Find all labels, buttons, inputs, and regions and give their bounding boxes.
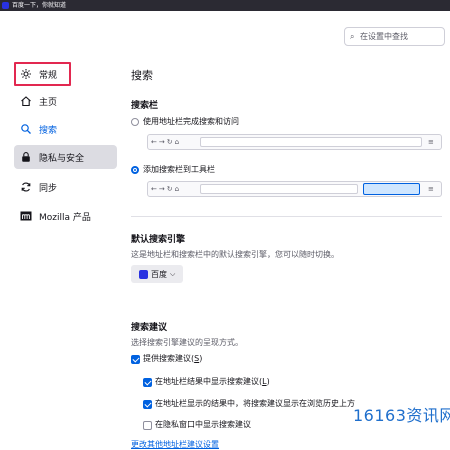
sidebar-item-label: 隐私与安全: [39, 153, 85, 164]
settings-search-box[interactable]: ⌕: [344, 27, 445, 46]
sidebar-item-sync[interactable]: 同步: [14, 175, 117, 199]
home-icon: [20, 95, 32, 107]
nav-buttons-icon: ←→↻⌂: [151, 138, 182, 146]
highlight-box: [14, 62, 71, 86]
private-suggestions-checkbox[interactable]: [143, 421, 152, 430]
chevron-down-icon: ⌵: [170, 269, 176, 278]
menu-icon: ≡: [428, 185, 434, 193]
private-suggestions-label[interactable]: 在隐私窗口中显示搜索建议: [155, 419, 251, 430]
sidebar-item-privacy[interactable]: 隐私与安全: [14, 145, 117, 169]
search-field-preview: [363, 183, 420, 195]
radio-add-toolbar-search-label[interactable]: 添加搜索栏到工具栏: [143, 164, 215, 175]
tab-title[interactable]: 百度一下，你就知道: [12, 1, 66, 10]
menu-icon: ≡: [428, 138, 434, 146]
baidu-engine-icon: [139, 269, 148, 279]
radio-add-toolbar-search[interactable]: [131, 166, 139, 174]
url-field-preview: [200, 137, 422, 147]
watermark: 16163资讯网: [353, 406, 450, 425]
default-engine-dropdown[interactable]: 百度 ⌵: [131, 265, 183, 283]
search-icon: [20, 123, 32, 135]
sync-icon: [20, 181, 32, 193]
provide-suggestions-checkbox[interactable]: [131, 355, 140, 364]
label-tail: ): [266, 377, 270, 386]
default-engine-heading: 默认搜索引擎: [131, 235, 186, 245]
search-icon: ⌕: [350, 32, 355, 41]
sidebar-item-label: 搜索: [39, 125, 58, 136]
sidebar-item-home[interactable]: 主页: [14, 89, 117, 113]
nav-buttons-icon: ←→↻⌂: [151, 185, 182, 193]
default-engine-description: 这是地址栏和搜索栏中的默认搜索引擎，您可以随时切换。: [131, 250, 339, 259]
label-text: 提供搜索建议(: [143, 354, 195, 363]
sidebar-item-label: 主页: [39, 97, 58, 108]
suggestions-before-history-checkbox[interactable]: [143, 400, 152, 409]
more-suggestion-settings-link[interactable]: 更改其他地址栏建议设置: [131, 439, 219, 450]
toolbar-search-preview: ←→↻⌂ ≡: [147, 181, 442, 197]
urlbar-suggestions-label[interactable]: 在地址栏结果中显示搜索建议(L): [155, 376, 270, 387]
suggestions-description: 选择搜索引擎建议的呈现方式。: [131, 338, 243, 347]
suggestions-heading: 搜索建议: [131, 323, 168, 333]
suggestions-before-history-label[interactable]: 在地址栏显示的结果中，将搜索建议显示在浏览历史上方: [155, 398, 355, 409]
label-tail: ): [199, 354, 203, 363]
settings-search-input[interactable]: [360, 29, 442, 44]
lock-icon: [20, 151, 32, 163]
sidebar-item-label: 同步: [39, 183, 58, 194]
sidebar-item-label: Mozilla 产品: [39, 212, 91, 223]
mozilla-icon: [20, 210, 32, 222]
radio-use-urlbar-label[interactable]: 使用地址栏完成搜索和访问: [143, 116, 239, 127]
title-bar: [0, 0, 450, 11]
section-divider: [131, 216, 442, 217]
default-engine-value: 百度: [151, 269, 167, 279]
page-title: 搜索: [131, 69, 153, 82]
sidebar-item-mozilla-products[interactable]: Mozilla 产品: [14, 204, 117, 228]
provide-suggestions-label[interactable]: 提供搜索建议(S): [143, 353, 202, 364]
sidebar-item-search[interactable]: 搜索: [14, 117, 117, 141]
baidu-favicon-icon: [2, 2, 9, 9]
urlbar-preview: ←→↻⌂ ≡: [147, 134, 442, 150]
url-field-preview: [200, 184, 358, 194]
urlbar-suggestions-checkbox[interactable]: [143, 378, 152, 387]
search-bar-heading: 搜索栏: [131, 101, 159, 111]
label-text: 在地址栏结果中显示搜索建议(: [155, 377, 263, 386]
radio-use-urlbar[interactable]: [131, 118, 139, 126]
